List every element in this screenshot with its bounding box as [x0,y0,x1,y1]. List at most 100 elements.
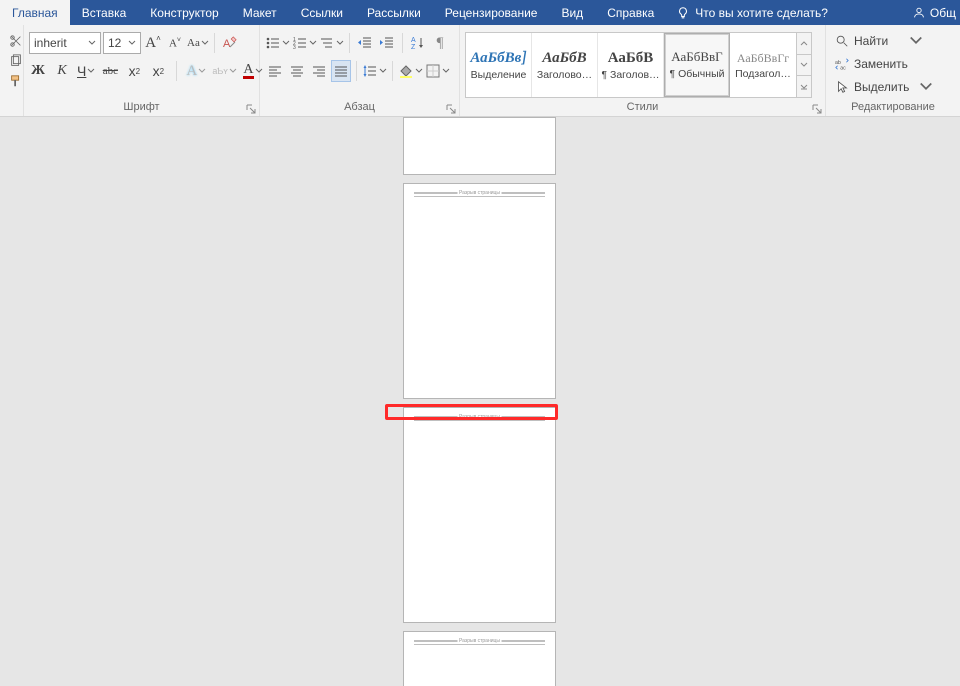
chevron-down-icon [282,39,290,47]
format-painter-button[interactable] [7,72,25,90]
superscript-button[interactable]: x2 [149,60,167,82]
indent-icon [379,35,395,51]
chevron-up-icon [800,39,808,47]
group-paragraph: 123 AZ ¶ Абзац [260,25,460,116]
chevron-down-icon [442,67,450,75]
style-item-2[interactable]: АаБбВ¶ Заголов… [598,33,664,97]
group-styles: АаБбВв]ВыделениеАаБбВЗаголово…АаБбВ¶ Заг… [460,25,826,116]
select-button[interactable]: Выделить [831,77,927,97]
font-name-combo[interactable]: inherit [29,32,101,54]
page-1-partial[interactable] [403,117,556,175]
show-marks-button[interactable]: ¶ [430,32,450,54]
borders-button[interactable] [425,60,450,82]
paint-bucket-icon [398,63,414,79]
copy-button[interactable] [7,52,25,70]
cursor-icon [835,80,849,94]
chevron-down-icon [128,39,136,47]
shading-button[interactable] [398,60,423,82]
ribbon-tabs: Главная Вставка Конструктор Макет Ссылки… [0,0,960,25]
align-right-button[interactable] [309,60,329,82]
style-preview: АаБбВв] [470,50,526,65]
bold-button[interactable]: Ж [29,60,47,82]
tab-design[interactable]: Конструктор [138,0,230,25]
page-3[interactable]: Разрыв страницы [403,407,556,623]
dialog-launcher-icon [245,103,257,115]
styles-dialog-launcher[interactable] [811,103,823,115]
cut-button[interactable] [7,32,25,50]
svg-text:Z: Z [411,44,416,51]
chevron-down-icon [919,80,933,94]
chevron-down-icon [379,67,387,75]
line-spacing-button[interactable] [362,60,387,82]
search-icon [835,34,849,48]
ribbon: inherit 12 A˄ A˅ Aa A Ж К [0,25,960,117]
tab-mailings[interactable]: Рассылки [355,0,433,25]
scissors-icon [9,34,23,48]
tab-view[interactable]: Вид [549,0,595,25]
sort-icon: AZ [410,35,426,51]
shrink-font-button[interactable]: A˅ [165,32,185,54]
paragraph-dialog-launcher[interactable] [445,103,457,115]
style-caption: ¶ Обычный [670,68,725,80]
chevron-down-icon [198,67,206,75]
lightbulb-icon [676,6,690,20]
tell-me-label: Что вы хотите сделать? [695,6,828,20]
replace-icon: abac [835,57,849,71]
tab-help[interactable]: Справка [595,0,666,25]
gallery-row-down[interactable] [797,55,811,77]
justify-icon [333,63,349,79]
chevron-down-icon [229,67,237,75]
find-button[interactable]: Найти [831,31,927,51]
highlight-button[interactable]: aƄʏ [212,60,237,82]
bullets-button[interactable] [265,32,290,54]
style-preview: АаБбВвГг [737,52,789,64]
page-4-partial[interactable]: Разрыв страницы [403,631,556,686]
tab-review[interactable]: Рецензирование [433,0,550,25]
tab-insert[interactable]: Вставка [70,0,139,25]
justify-button[interactable] [331,60,351,82]
font-dialog-launcher[interactable] [245,103,257,115]
font-size-combo[interactable]: 12 [103,32,141,54]
page-break-label: Разрыв страницы [457,638,502,644]
change-case-button[interactable]: Aa [187,32,209,54]
text-effects-button[interactable]: A [186,60,206,82]
align-center-button[interactable] [287,60,307,82]
chevron-down-icon [88,39,96,47]
tab-home[interactable]: Главная [0,0,70,25]
dialog-launcher-icon [811,103,823,115]
tell-me-search[interactable]: Что вы хотите сделать? [666,0,838,25]
align-left-button[interactable] [265,60,285,82]
style-item-4[interactable]: АаБбВвГгПодзагол… [730,33,796,97]
style-item-3[interactable]: АаБбВвГ¶ Обычный [664,33,730,97]
subscript-button[interactable]: x2 [125,60,143,82]
decrease-indent-button[interactable] [355,32,375,54]
gallery-row-up[interactable] [797,33,811,55]
share-button[interactable]: Общ [904,0,960,25]
replace-button[interactable]: abac Заменить [831,54,927,74]
replace-label: Заменить [854,57,908,71]
tab-layout[interactable]: Макет [231,0,289,25]
gallery-expand[interactable] [797,76,811,97]
outdent-icon [357,35,373,51]
group-editing: Найти abac Заменить Выделить Редактирова… [826,25,960,116]
styles-gallery: АаБбВв]ВыделениеАаБбВЗаголово…АаБбВ¶ Заг… [465,32,797,98]
clear-formatting-button[interactable]: A [220,32,240,54]
find-label: Найти [854,34,888,48]
strike-button[interactable]: abc [101,60,119,82]
eraser-icon: A [222,35,238,51]
italic-button[interactable]: К [53,60,71,82]
tab-references[interactable]: Ссылки [289,0,355,25]
chevron-down-icon [800,61,808,69]
numbering-button[interactable]: 123 [292,32,317,54]
document-area[interactable]: Разрыв страницы Разрыв страницы Разрыв с… [0,117,960,686]
page-2[interactable]: Разрыв страницы [403,183,556,399]
chevron-down-icon [309,39,317,47]
grow-font-button[interactable]: A˄ [143,32,163,54]
page-break-label: Разрыв страницы [457,414,502,420]
style-item-1[interactable]: АаБбВЗаголово… [532,33,598,97]
sort-button[interactable]: AZ [408,32,428,54]
increase-indent-button[interactable] [377,32,397,54]
underline-button[interactable]: Ч [77,60,95,82]
multilevel-button[interactable] [319,32,344,54]
style-item-0[interactable]: АаБбВв]Выделение [466,33,532,97]
